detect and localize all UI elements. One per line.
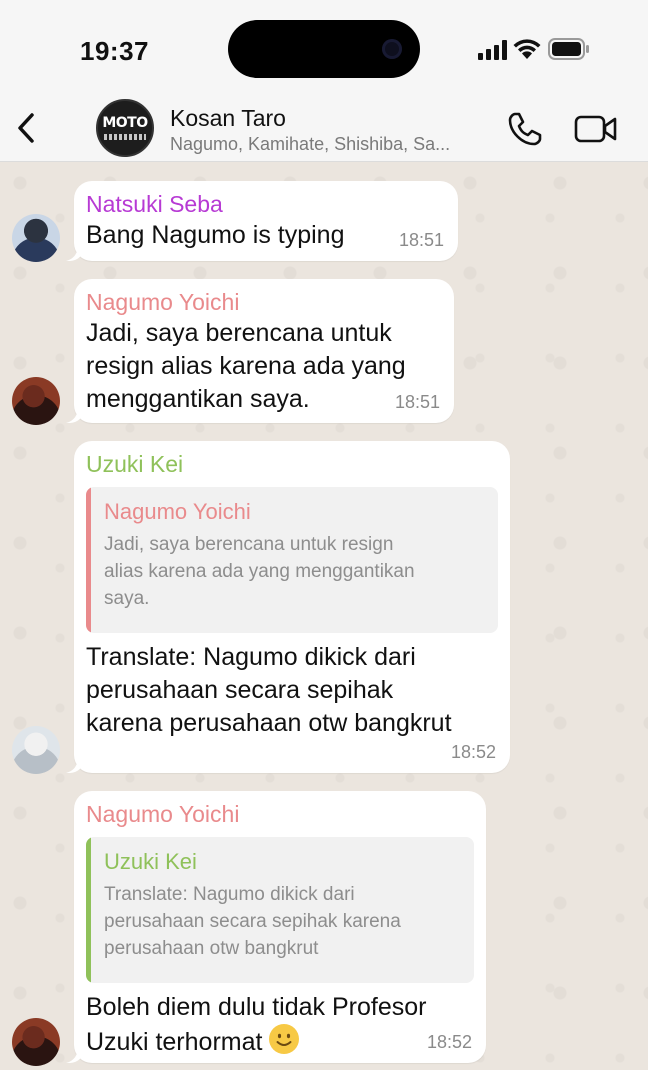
quoted-text-line: perusahaan secara sepihak karena <box>104 911 401 932</box>
message-text-line: karena perusahaan otw bangkrut <box>86 709 452 737</box>
group-name[interactable]: Kosan Taro <box>170 105 286 132</box>
message-text-line: resign alias karena ada yang <box>86 352 406 380</box>
back-chevron-icon[interactable] <box>12 110 42 146</box>
quoted-sender: Nagumo Yoichi <box>104 499 251 524</box>
video-call-icon[interactable] <box>574 114 618 144</box>
message-text-line: menggantikan saya. <box>86 385 310 413</box>
dynamic-island <box>228 20 420 78</box>
message-sender[interactable]: Uzuki Kei <box>86 449 498 479</box>
quoted-text-line: alias karena ada yang menggantikan <box>104 561 415 582</box>
quoted-text-line: saya. <box>104 588 150 609</box>
message-text-line: Uzuki terhormat <box>86 1024 474 1059</box>
status-time: 19:37 <box>80 36 149 66</box>
avatar-natsuki-seba[interactable] <box>12 214 60 262</box>
smiling-face-emoji-icon <box>269 1024 300 1054</box>
message-sender[interactable]: Nagumo Yoichi <box>86 799 474 829</box>
avatar-uzuki-kei[interactable] <box>12 726 60 774</box>
message-time: 18:51 <box>394 392 440 412</box>
group-avatar[interactable]: MOTO <box>96 99 154 157</box>
quoted-text-line: Jadi, saya berencana untuk resign <box>104 534 394 555</box>
message-bubble[interactable]: Nagumo Yoichi Uzuki Kei Translate: Nagum… <box>74 791 486 1063</box>
message-text-line: Boleh diem dulu tidak Profesor <box>86 993 427 1021</box>
quoted-text: Translate: Nagumo dikick dari perusahaan… <box>104 881 460 962</box>
message-bubble[interactable]: Natsuki Seba Bang Nagumo is typing 18:51 <box>74 181 458 261</box>
quoted-text-line: Translate: Nagumo dikick dari <box>104 884 355 905</box>
quoted-reply[interactable]: Uzuki Kei Translate: Nagumo dikick dari … <box>86 837 474 983</box>
message-bubble[interactable]: Uzuki Kei Nagumo Yoichi Jadi, saya beren… <box>74 441 510 773</box>
message-sender[interactable]: Natsuki Seba <box>86 189 446 219</box>
message-time: 18:51 <box>398 230 444 250</box>
message-text-line: Translate: Nagumo dikick dari <box>86 643 416 671</box>
quoted-reply[interactable]: Nagumo Yoichi Jadi, saya berencana untuk… <box>86 487 498 633</box>
battery-icon <box>548 38 589 60</box>
quoted-text: Jadi, saya berencana untuk resign alias … <box>104 531 484 612</box>
cellular-signal-icon <box>478 40 507 60</box>
message-text-fragment: Uzuki terhormat <box>86 1028 263 1056</box>
quoted-sender: Uzuki Kei <box>104 849 197 874</box>
message-time: 18:52 <box>450 742 496 762</box>
message-text-line: Jadi, saya berencana untuk <box>86 319 392 347</box>
status-bar: 19:37 <box>0 0 648 96</box>
avatar-nagumo-yoichi[interactable] <box>12 1018 60 1066</box>
message-text-line: perusahaan secara sepihak <box>86 676 394 704</box>
quoted-text-line: perusahaan otw bangkrut <box>104 938 319 959</box>
chat-header: MOTO Kosan Taro Nagumo, Kamihate, Shishi… <box>0 96 648 162</box>
group-avatar-logo: MOTO <box>102 115 148 131</box>
phone-call-icon[interactable] <box>506 110 544 148</box>
message-text: Bang Nagumo is typing <box>86 221 345 249</box>
message-time: 18:52 <box>426 1032 472 1052</box>
message-sender[interactable]: Nagumo Yoichi <box>86 287 442 317</box>
chat-area[interactable]: Natsuki Seba Bang Nagumo is typing 18:51… <box>0 163 648 1070</box>
avatar-nagumo-yoichi[interactable] <box>12 377 60 425</box>
group-avatar-pattern <box>104 134 146 140</box>
group-members[interactable]: Nagumo, Kamihate, Shishiba, Sa... <box>170 134 490 155</box>
wifi-icon <box>513 39 541 59</box>
front-camera-icon <box>382 39 402 59</box>
message-bubble[interactable]: Nagumo Yoichi Jadi, saya berencana untuk… <box>74 279 454 423</box>
